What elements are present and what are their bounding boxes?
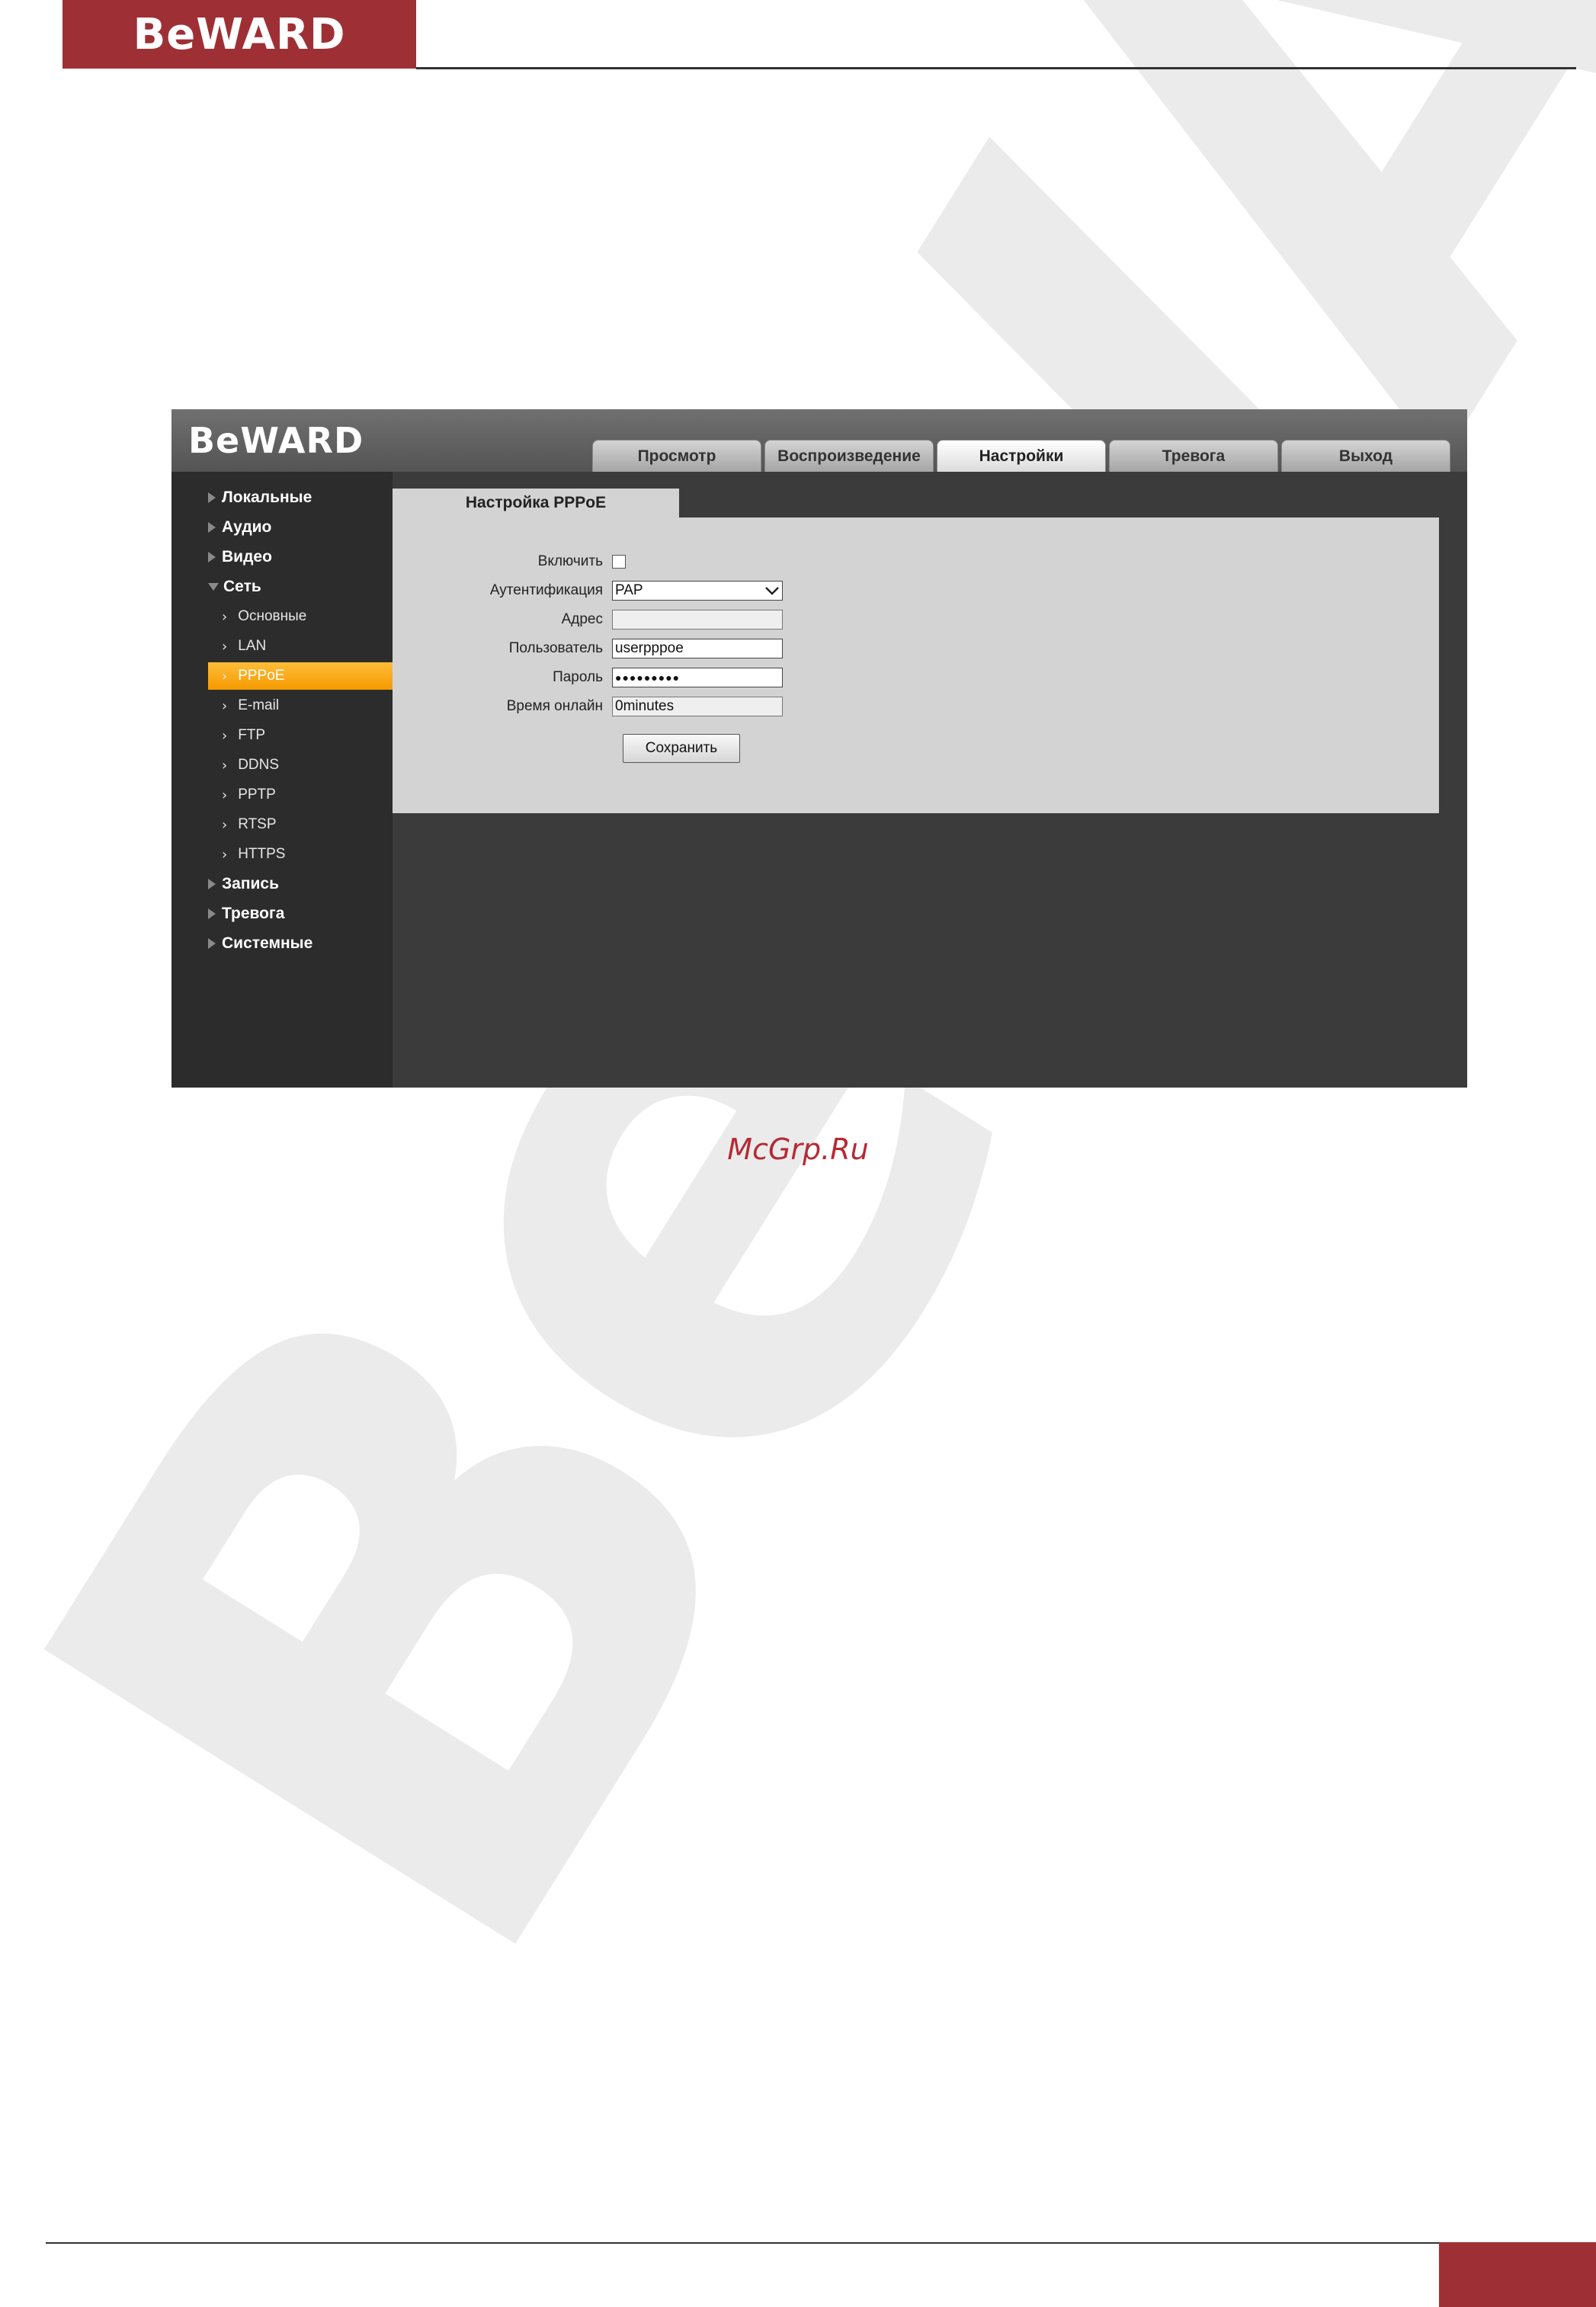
sidebar-item-label: Видео (222, 548, 272, 566)
online-time-label: Время онлайн (506, 698, 603, 714)
chevron-right-icon: › (222, 816, 228, 833)
sidebar-subitem-label: RTSP (238, 816, 277, 832)
tab-view[interactable]: Просмотр (592, 440, 761, 472)
chevron-right-icon: › (222, 787, 228, 803)
chevron-down-icon (765, 587, 779, 595)
tab-alarm[interactable]: Тревога (1109, 440, 1278, 472)
sidebar-subitem-rtsp[interactable]: › RTSP (208, 811, 428, 838)
sidebar-item-alarm[interactable]: Тревога (208, 900, 284, 928)
app-header: BeWARD Просмотр Воспроизведение Настройк… (171, 409, 1467, 472)
enable-label: Включить (537, 553, 603, 569)
sidebar-subitem-label: PPTP (238, 787, 276, 803)
user-row: Пользователь userpppoe (393, 637, 783, 660)
online-time-row: Время онлайн 0minutes (393, 695, 783, 718)
header-divider (416, 67, 1576, 69)
footer-divider (46, 2242, 1441, 2244)
chevron-right-icon: › (222, 697, 228, 714)
triangle-right-icon (208, 908, 216, 919)
sidebar-item-video[interactable]: Видео (208, 543, 272, 571)
triangle-right-icon (208, 522, 216, 533)
chevron-right-icon: › (222, 727, 228, 744)
chevron-right-icon: › (222, 638, 228, 655)
tab-settings[interactable]: Настройки (937, 440, 1106, 472)
tab-logout[interactable]: Выход (1281, 440, 1450, 472)
chevron-right-icon: › (222, 668, 228, 684)
auth-row: Аутентификация PAP (393, 579, 783, 602)
auth-select-value: PAP (615, 582, 643, 598)
sidebar-subitem-label: DDNS (238, 757, 280, 773)
sidebar-item-label: Сеть (223, 578, 261, 595)
auth-select[interactable]: PAP (612, 581, 783, 601)
password-field[interactable]: ●●●●●●●●● (612, 668, 783, 687)
password-label: Пароль (553, 669, 603, 685)
password-row: Пароль ●●●●●●●●● (393, 666, 783, 689)
main-tabs: Просмотр Воспроизведение Настройки Трево… (592, 440, 1453, 472)
sidebar-subitem-label: PPPoE (238, 668, 285, 684)
enable-row: Включить (393, 550, 626, 573)
sidebar-item-label: Аудио (222, 518, 272, 536)
pppoe-settings-panel: Включить Аутентификация PAP Адрес Пользо… (393, 517, 1439, 813)
address-label: Адрес (561, 611, 603, 627)
app-logo: BeWARD (188, 420, 364, 461)
sidebar-item-label: Локальные (222, 489, 312, 506)
document-logo: BeWARD (62, 0, 416, 69)
sidebar-subitem-label: HTTPS (238, 846, 286, 862)
camera-web-interface: BeWARD Просмотр Воспроизведение Настройк… (171, 409, 1467, 1088)
sidebar-item-record[interactable]: Запись (208, 870, 279, 898)
triangle-down-icon (208, 583, 219, 591)
address-row: Адрес (393, 608, 783, 631)
address-field[interactable] (612, 610, 783, 630)
online-time-field: 0minutes (612, 697, 783, 716)
content-tab-pppoe[interactable]: Настройка PPPoE (393, 489, 679, 517)
sidebar-item-label: Системные (222, 934, 313, 952)
sidebar-subitem-label: FTP (238, 727, 266, 743)
chevron-right-icon: › (222, 608, 228, 625)
user-label: Пользователь (508, 640, 603, 656)
sidebar-item-local[interactable]: Локальные (208, 484, 312, 511)
enable-checkbox[interactable] (612, 555, 626, 569)
save-button[interactable]: Сохранить (623, 734, 740, 763)
sidebar-subitem-label: E-mail (238, 697, 280, 713)
sidebar-subitem-label: LAN (238, 638, 267, 654)
sidebar-item-audio[interactable]: Аудио (208, 514, 271, 541)
triangle-right-icon (208, 552, 216, 562)
tab-playback[interactable]: Воспроизведение (764, 440, 934, 472)
sidebar-item-system[interactable]: Системные (208, 930, 312, 957)
triangle-right-icon (208, 879, 216, 889)
chevron-right-icon: › (222, 846, 228, 863)
sidebar-item-label: Запись (222, 875, 280, 892)
auth-label: Аутентификация (489, 582, 603, 598)
footer-page-block (1439, 2242, 1596, 2307)
triangle-right-icon (208, 492, 216, 503)
sidebar-subitem-label: Основные (238, 608, 307, 624)
triangle-right-icon (208, 938, 216, 949)
sidebar-item-network[interactable]: Сеть (208, 573, 261, 601)
chevron-right-icon: › (222, 757, 228, 774)
sidebar-subitem-https[interactable]: › HTTPS (208, 841, 428, 868)
user-field[interactable]: userpppoe (612, 639, 783, 658)
sidebar-item-label: Тревога (222, 905, 285, 922)
source-link[interactable]: McGrp.Ru (0, 1133, 1596, 1166)
sidebar: Локальные Аудио Видео Сеть › Основные › … (171, 472, 428, 1088)
